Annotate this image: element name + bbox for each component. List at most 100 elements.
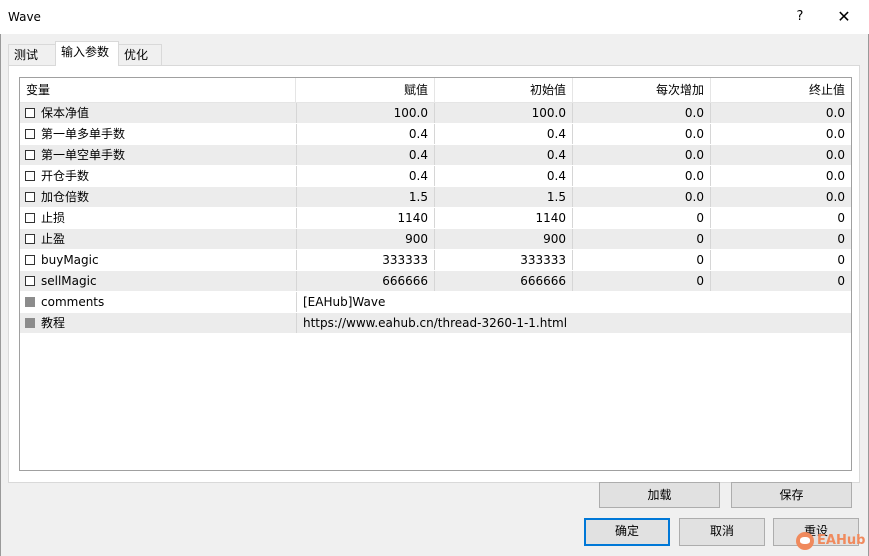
header-variable[interactable]: 变量	[20, 78, 296, 102]
load-button[interactable]: 加载	[599, 482, 720, 508]
row-checkbox-disabled	[25, 297, 35, 307]
row-checkbox[interactable]	[25, 234, 35, 244]
table-row[interactable]: 加仓倍数 1.5 1.5 0.0 0.0	[20, 187, 851, 208]
value-cell[interactable]: 900	[296, 229, 435, 249]
stop-cell[interactable]: 0	[711, 229, 851, 249]
stop-cell[interactable]: 0.0	[711, 166, 851, 186]
variable-name: 保本净值	[41, 106, 90, 120]
value-cell[interactable]: 0.4	[296, 166, 435, 186]
value-cell[interactable]: 100.0	[296, 103, 435, 123]
row-variable-cell[interactable]: 保本净值	[20, 103, 296, 123]
table-row[interactable]: buyMagic 333333 333333 0 0	[20, 250, 851, 271]
row-checkbox[interactable]	[25, 192, 35, 202]
value-cell[interactable]: 0.4	[296, 145, 435, 165]
tab-testing[interactable]: 测试	[8, 44, 56, 65]
stop-cell[interactable]: 0.0	[711, 103, 851, 123]
step-cell[interactable]: 0.0	[573, 187, 711, 207]
row-checkbox-disabled	[25, 318, 35, 328]
string-value-cell[interactable]: [EAHub]Wave	[296, 292, 851, 312]
window-border-left	[0, 0, 1, 556]
row-variable-cell[interactable]: 止盈	[20, 229, 296, 249]
tab-input-parameters[interactable]: 输入参数	[55, 41, 119, 66]
row-variable-cell[interactable]: comments	[20, 292, 296, 312]
table-row[interactable]: comments [EAHub]Wave	[20, 292, 851, 313]
row-variable-cell[interactable]: 加仓倍数	[20, 187, 296, 207]
stop-cell[interactable]: 0	[711, 271, 851, 291]
value-cell[interactable]: 1.5	[296, 187, 435, 207]
variable-name: comments	[41, 295, 105, 309]
start-cell[interactable]: 666666	[435, 271, 573, 291]
variable-name: buyMagic	[41, 253, 99, 267]
stop-cell[interactable]: 0	[711, 250, 851, 270]
title-bar: Wave ? ✕	[0, 0, 869, 34]
table-row[interactable]: 保本净值 100.0 100.0 0.0 0.0	[20, 103, 851, 124]
watermark-text: EAHub	[817, 533, 866, 548]
step-cell[interactable]: 0.0	[573, 103, 711, 123]
row-checkbox[interactable]	[25, 108, 35, 118]
eahub-logo-icon	[796, 531, 814, 550]
variable-name: 第一单空单手数	[41, 148, 126, 162]
step-cell[interactable]: 0.0	[573, 145, 711, 165]
header-start[interactable]: 初始值	[435, 78, 573, 102]
row-checkbox[interactable]	[25, 213, 35, 223]
row-variable-cell[interactable]: sellMagic	[20, 271, 296, 291]
step-cell[interactable]: 0	[573, 250, 711, 270]
start-cell[interactable]: 0.4	[435, 124, 573, 144]
value-cell[interactable]: 666666	[296, 271, 435, 291]
row-checkbox[interactable]	[25, 171, 35, 181]
tab-optimization[interactable]: 优化	[118, 44, 162, 65]
row-variable-cell[interactable]: buyMagic	[20, 250, 296, 270]
step-cell[interactable]: 0.0	[573, 166, 711, 186]
start-cell[interactable]: 100.0	[435, 103, 573, 123]
variable-name: 止盈	[41, 232, 66, 246]
table-row[interactable]: sellMagic 666666 666666 0 0	[20, 271, 851, 292]
window-title: Wave	[8, 10, 41, 24]
row-checkbox[interactable]	[25, 276, 35, 286]
value-cell[interactable]: 1140	[296, 208, 435, 228]
start-cell[interactable]: 900	[435, 229, 573, 249]
step-cell[interactable]: 0	[573, 229, 711, 249]
row-variable-cell[interactable]: 开仓手数	[20, 166, 296, 186]
help-button[interactable]: ?	[788, 6, 812, 28]
row-checkbox[interactable]	[25, 255, 35, 265]
start-cell[interactable]: 333333	[435, 250, 573, 270]
parameters-table: 变量 赋值 初始值 每次增加 终止值 保本净值 100.0 100.0 0.0 …	[19, 77, 852, 471]
close-button[interactable]: ✕	[832, 6, 856, 28]
row-checkbox[interactable]	[25, 150, 35, 160]
table-row[interactable]: 第一单多单手数 0.4 0.4 0.0 0.0	[20, 124, 851, 145]
cancel-button[interactable]: 取消	[679, 518, 765, 546]
watermark: EAHub	[796, 530, 865, 552]
variable-name: 开仓手数	[41, 169, 90, 183]
variable-name: sellMagic	[41, 274, 97, 288]
table-row[interactable]: 第一单空单手数 0.4 0.4 0.0 0.0	[20, 145, 851, 166]
row-checkbox[interactable]	[25, 129, 35, 139]
save-button[interactable]: 保存	[731, 482, 852, 508]
row-variable-cell[interactable]: 第一单空单手数	[20, 145, 296, 165]
ok-button[interactable]: 确定	[584, 518, 670, 546]
row-variable-cell[interactable]: 教程	[20, 313, 296, 333]
start-cell[interactable]: 0.4	[435, 166, 573, 186]
variable-name: 教程	[41, 316, 66, 330]
row-variable-cell[interactable]: 止损	[20, 208, 296, 228]
step-cell[interactable]: 0	[573, 208, 711, 228]
step-cell[interactable]: 0.0	[573, 124, 711, 144]
header-value[interactable]: 赋值	[296, 78, 435, 102]
stop-cell[interactable]: 0.0	[711, 145, 851, 165]
stop-cell[interactable]: 0	[711, 208, 851, 228]
table-row[interactable]: 止盈 900 900 0 0	[20, 229, 851, 250]
header-step[interactable]: 每次增加	[573, 78, 711, 102]
header-stop[interactable]: 终止值	[711, 78, 851, 102]
start-cell[interactable]: 1.5	[435, 187, 573, 207]
table-row[interactable]: 止损 1140 1140 0 0	[20, 208, 851, 229]
value-cell[interactable]: 0.4	[296, 124, 435, 144]
stop-cell[interactable]: 0.0	[711, 124, 851, 144]
table-row[interactable]: 教程 https://www.eahub.cn/thread-3260-1-1.…	[20, 313, 851, 334]
row-variable-cell[interactable]: 第一单多单手数	[20, 124, 296, 144]
start-cell[interactable]: 1140	[435, 208, 573, 228]
stop-cell[interactable]: 0.0	[711, 187, 851, 207]
string-value-cell[interactable]: https://www.eahub.cn/thread-3260-1-1.htm…	[296, 313, 851, 333]
step-cell[interactable]: 0	[573, 271, 711, 291]
value-cell[interactable]: 333333	[296, 250, 435, 270]
start-cell[interactable]: 0.4	[435, 145, 573, 165]
table-row[interactable]: 开仓手数 0.4 0.4 0.0 0.0	[20, 166, 851, 187]
